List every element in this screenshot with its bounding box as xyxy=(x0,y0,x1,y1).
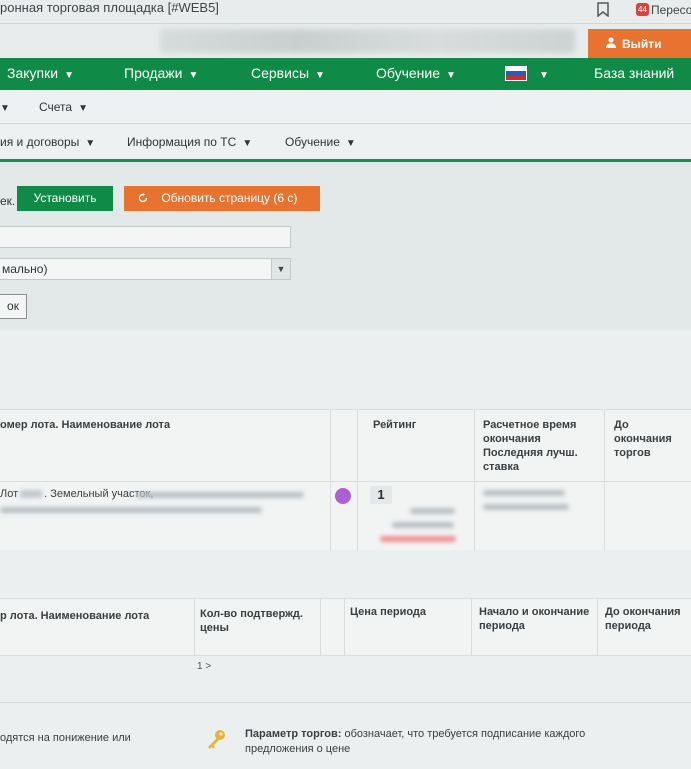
column-header-calc-time: Расчетное время окончания Последняя лучш… xyxy=(483,419,578,473)
chevron-down-icon[interactable]: ▼ xyxy=(533,58,549,90)
main-nav: Закупки ▼ Продажи ▼ Сервисы ▼ Обучение ▼ ▼ Б… xyxy=(0,58,691,90)
lots-table: омер лота. Наименование лота Рейтинг Рас… xyxy=(0,409,691,551)
column-divider xyxy=(357,410,358,551)
status-dot-icon xyxy=(335,488,351,504)
column-header-period-dates: Начало и окончание периода xyxy=(479,606,590,632)
sub-nav-primary: ▼ Счета ▼ xyxy=(0,90,691,124)
sub-nav-label: Обучение xyxy=(285,135,340,149)
legend-description: Параметр торгов: обозначает, что требует… xyxy=(245,727,645,757)
column-divider xyxy=(604,410,605,551)
chevron-down-icon: ▼ xyxy=(446,70,456,81)
page-title: ронная торговая площадка [#WEB5] xyxy=(0,0,219,15)
column-divider xyxy=(344,599,345,655)
filter-panel: ек. Установить Обновить страницу (6 с) м… xyxy=(0,162,691,330)
chevron-down-icon[interactable]: ▼ xyxy=(0,90,10,126)
search-input[interactable] xyxy=(0,226,291,248)
nav-item-learning[interactable]: Обучение ▼ xyxy=(376,58,456,90)
nav-item-purchases[interactable]: Закупки ▼ xyxy=(7,58,74,90)
notification-label[interactable]: Пересо xyxy=(651,2,691,18)
blurred-price-red xyxy=(380,536,456,542)
periods-table: р лота. Наименование лота Кол-во подтвер… xyxy=(0,598,691,656)
sort-select[interactable]: мально) ▼ xyxy=(0,258,291,280)
column-divider xyxy=(320,599,321,655)
legend-text: одятся на понижение или xyxy=(0,732,131,744)
nav-item-knowledge-base[interactable]: База знаний xyxy=(594,58,674,90)
blurred-end-time xyxy=(483,490,565,496)
ok-button[interactable]: ок xyxy=(0,294,27,319)
bookmark-icon[interactable] xyxy=(597,2,611,18)
nav-item-label: Обучение xyxy=(376,65,441,81)
column-header-until-period-end: До окончания периода xyxy=(605,606,681,632)
key-icon xyxy=(205,728,227,750)
nav-item-label: Сервисы xyxy=(251,65,310,81)
sub-nav-label: ия и договоры xyxy=(0,135,80,149)
install-button[interactable]: Установить xyxy=(17,186,113,211)
sub-nav-item-contracts[interactable]: ия и договоры ▼ xyxy=(0,124,95,162)
window-titlebar: ронная торговая площадка [#WEB5] 44 Пере… xyxy=(0,0,691,24)
logout-button[interactable]: Выйти xyxy=(588,29,691,59)
column-divider xyxy=(330,410,331,551)
blurred-address xyxy=(0,507,262,513)
chevron-down-icon: ▼ xyxy=(64,70,74,81)
sub-nav-item-learning[interactable]: Обучение ▼ xyxy=(285,124,356,162)
nav-item-sales[interactable]: Продажи ▼ xyxy=(124,58,198,90)
chevron-down-icon: ▼ xyxy=(345,138,356,149)
legend-param-label: Параметр торгов: xyxy=(245,728,342,740)
interval-label: ек. xyxy=(0,194,16,208)
column-header-rating: Рейтинг xyxy=(373,419,417,431)
column-divider xyxy=(194,599,195,655)
user-info-blurred xyxy=(160,29,575,53)
sort-select-value: мально) xyxy=(2,262,48,276)
column-divider xyxy=(597,599,598,655)
sub-nav-label: Информация по ТС xyxy=(127,135,237,149)
sub-nav-label: Счета xyxy=(39,100,73,114)
sub-nav-item-accounts[interactable]: Счета ▼ xyxy=(39,90,88,126)
column-header-confirmed: Кол-во подтвержд. цены xyxy=(200,608,303,634)
chevron-down-icon: ▼ xyxy=(242,138,253,149)
refresh-label: Обновить страницу (6 с) xyxy=(161,191,298,205)
blurred-price xyxy=(392,522,454,528)
column-header-lot: р лота. Наименование лота xyxy=(0,610,150,622)
chevron-down-icon: ▼ xyxy=(315,70,325,81)
divider xyxy=(0,702,691,703)
nav-item-label: Закупки xyxy=(7,65,59,81)
table-header: омер лота. Наименование лота Рейтинг Рас… xyxy=(0,410,691,482)
blurred-price xyxy=(410,508,455,514)
notification-badge[interactable]: 44 xyxy=(636,3,649,16)
chevron-down-icon: ▼ xyxy=(85,138,96,149)
blurred-address xyxy=(136,492,304,498)
rating-value: 1 xyxy=(370,486,392,504)
blurred-best-bid xyxy=(483,504,569,510)
chevron-down-icon: ▼ xyxy=(188,70,199,81)
lot-number-prefix: Лот xyxy=(0,488,19,500)
column-divider xyxy=(474,410,475,551)
chevron-down-icon[interactable]: ▼ xyxy=(271,259,290,279)
user-icon xyxy=(606,29,616,59)
table-row[interactable]: Лот. Земельный участок, xyxy=(0,488,153,500)
logout-label: Выйти xyxy=(622,37,662,51)
nav-item-services[interactable]: Сервисы ▼ xyxy=(251,58,325,90)
column-header-period-price: Цена периода xyxy=(350,606,427,618)
language-flag-icon[interactable] xyxy=(505,66,527,81)
refresh-page-button[interactable]: Обновить страницу (6 с) xyxy=(124,186,320,211)
nav-item-label: Продажи xyxy=(124,65,183,81)
sub-nav-item-ts-info[interactable]: Информация по ТС ▼ xyxy=(127,124,252,162)
blurred-lot-number xyxy=(20,490,43,499)
column-header-lot: омер лота. Наименование лота xyxy=(0,419,171,431)
column-header-until-end: До окончания торгов xyxy=(614,419,672,459)
pagination[interactable]: 1 > xyxy=(197,661,211,672)
chevron-down-icon: ▼ xyxy=(78,103,88,114)
refresh-icon xyxy=(138,191,151,205)
column-divider xyxy=(471,599,472,655)
sub-nav-secondary: ия и договоры ▼ Информация по ТС ▼ Обучени… xyxy=(0,124,691,162)
